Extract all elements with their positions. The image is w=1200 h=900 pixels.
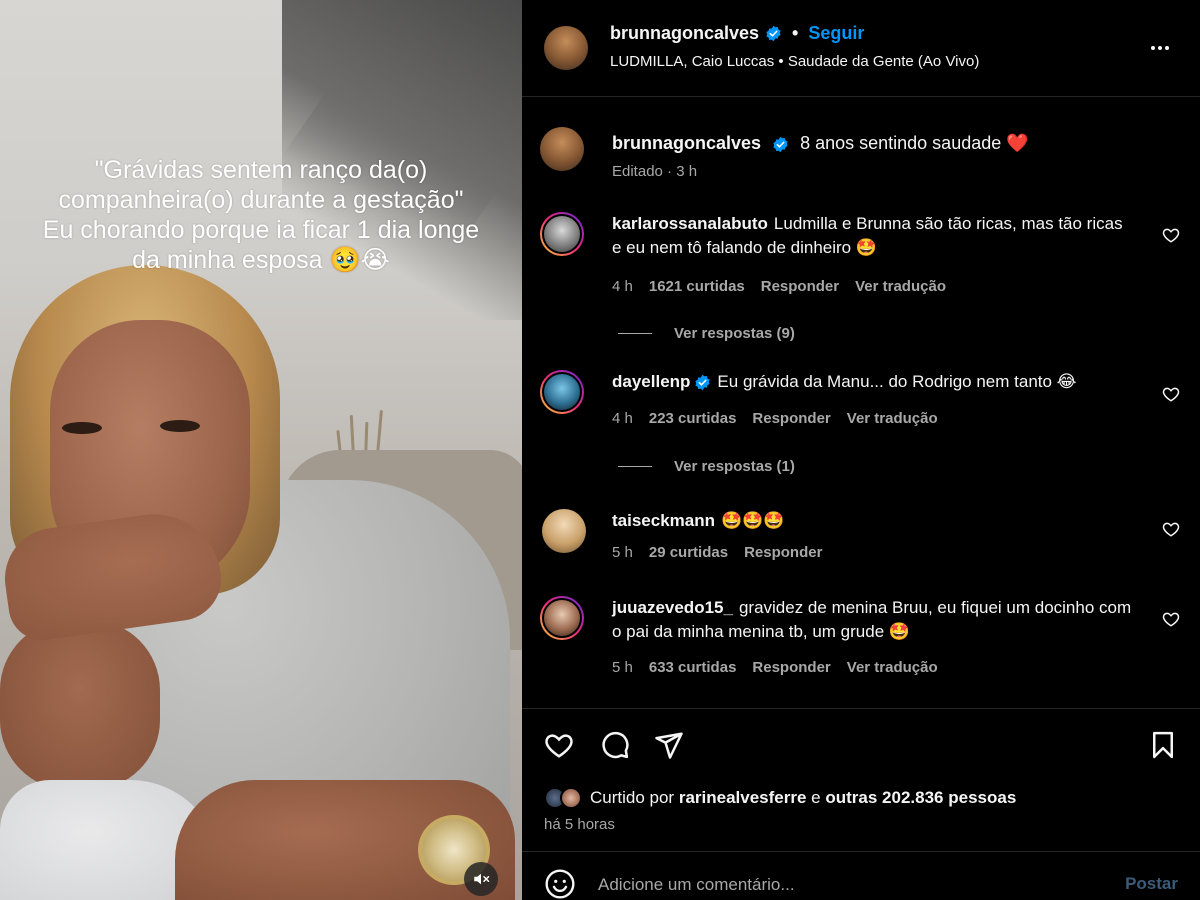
commenter-username[interactable]: juuazevedo15_: [612, 598, 733, 617]
comment-likes-count[interactable]: 1621 curtidas: [649, 278, 745, 295]
commenter-username[interactable]: dayellenp: [612, 372, 690, 391]
comment-time: 4 h: [612, 278, 633, 295]
replies-line: [618, 333, 652, 334]
caption-username[interactable]: brunnagoncalves: [612, 133, 761, 153]
commenter-avatar[interactable]: [542, 509, 586, 553]
verified-badge-icon: [766, 25, 781, 42]
like-comment-heart-icon[interactable]: [1162, 520, 1180, 538]
comment-likes-count[interactable]: 29 curtidas: [649, 544, 728, 561]
caption-meta: Editado · 3 h: [612, 163, 697, 180]
overlay-line: "Grávidas sentem ranço da(o): [94, 156, 428, 184]
comments-list[interactable]: brunnagoncalves 8 anos sentindo saudade …: [522, 97, 1200, 707]
comment-meta: 4 h 1621 curtidas Responder Ver tradução: [612, 278, 946, 295]
author-avatar[interactable]: [544, 26, 588, 70]
comment-body: karlarossanalabuto Ludmilla e Brunna são …: [612, 212, 1132, 260]
reply-button[interactable]: Responder: [744, 544, 822, 561]
comment-body: taiseckmann 🤩🤩🤩: [612, 509, 1132, 533]
speaker-muted-icon: [474, 873, 490, 885]
mute-button[interactable]: [464, 862, 498, 896]
view-replies-button[interactable]: Ver respostas (1): [618, 458, 795, 475]
see-translation-button[interactable]: Ver tradução: [847, 410, 938, 427]
caption-edited-time: Editado · 3 h: [612, 163, 698, 180]
left-eye: [62, 422, 102, 434]
right-eye: [160, 420, 200, 432]
like-comment-heart-icon[interactable]: [1162, 610, 1180, 628]
verified-badge-icon: [695, 374, 711, 391]
comment-text: Eu grávida da Manu... do Rodrigo nem tan…: [717, 372, 1077, 391]
liked-and: e: [811, 788, 821, 807]
likes-count[interactable]: outras 202.836 pessoas: [825, 788, 1016, 808]
caption-body: brunnagoncalves 8 anos sentindo saudade …: [612, 131, 1132, 155]
caption-text: 8 anos sentindo saudade ❤️: [800, 133, 1029, 153]
replies-line: [618, 466, 652, 467]
liked-by-summary[interactable]: Curtido por rarinealvesferre e outras 20…: [544, 787, 1016, 809]
comment-time: 5 h: [612, 544, 633, 561]
arm: [0, 620, 160, 790]
overlay-line: da minha esposa 🥹😭: [132, 246, 390, 274]
audio-track[interactable]: LUDMILLA, Caio Luccas • Saudade da Gente…: [610, 53, 979, 70]
comment-likes-count[interactable]: 223 curtidas: [649, 410, 737, 427]
overlay-line: companheira(o) durante a gestação": [58, 186, 464, 214]
save-bookmark-icon[interactable]: [1148, 730, 1178, 760]
liked-prefix: Curtido por: [590, 788, 675, 807]
comment-meta: 4 h 223 curtidas Responder Ver tradução: [612, 410, 938, 427]
comment-time: 5 h: [612, 659, 633, 676]
author-line: brunnagoncalves • Seguir: [610, 23, 864, 44]
caption-author-avatar[interactable]: [540, 127, 584, 171]
like-comment-heart-icon[interactable]: [1162, 385, 1180, 403]
see-translation-button[interactable]: Ver tradução: [855, 278, 946, 295]
comment-bubble-icon[interactable]: [600, 730, 630, 760]
view-replies-button[interactable]: Ver respostas (9): [618, 325, 795, 342]
liker-username[interactable]: rarinealvesferre: [679, 788, 807, 808]
post-actions: Curtido por rarinealvesferre e outras 20…: [522, 708, 1200, 900]
comment-body: juuazevedo15_ gravidez de menina Bruu, eu…: [612, 596, 1132, 644]
commenter-avatar[interactable]: [540, 212, 584, 256]
post-detail-panel: brunnagoncalves • Seguir LUDMILLA, Caio …: [522, 0, 1200, 900]
follow-button[interactable]: Seguir: [808, 23, 864, 44]
see-translation-button[interactable]: Ver tradução: [847, 659, 938, 676]
emoji-icon[interactable]: [544, 868, 576, 900]
comment-text: 🤩🤩🤩: [721, 511, 785, 530]
commenter-avatar[interactable]: [540, 370, 584, 414]
overlay-line: Eu chorando porque ia ficar 1 dia longe: [42, 216, 480, 244]
liker-avatar: [560, 787, 582, 809]
post-media[interactable]: "Grávidas sentem ranço da(o) companheira…: [0, 0, 522, 900]
add-comment-bar: Postar: [522, 851, 1200, 900]
comment-meta: 5 h 29 curtidas Responder: [612, 544, 822, 561]
more-options-button[interactable]: [1148, 36, 1172, 60]
commenter-avatar[interactable]: [540, 596, 584, 640]
comment-meta: 5 h 633 curtidas Responder Ver tradução: [612, 659, 938, 676]
more-dots-icon: [1151, 46, 1155, 50]
view-replies-label: Ver respostas (9): [674, 325, 795, 342]
comment-input[interactable]: [598, 870, 1068, 900]
comment-time: 4 h: [612, 410, 633, 427]
comment-likes-count[interactable]: 633 curtidas: [649, 659, 737, 676]
reply-button[interactable]: Responder: [752, 659, 830, 676]
commenter-username[interactable]: taiseckmann: [612, 511, 715, 530]
verified-badge-icon: [773, 136, 788, 153]
video-caption-overlay: "Grávidas sentem ranço da(o) companheira…: [0, 155, 522, 275]
post-comment-button[interactable]: Postar: [1125, 874, 1178, 894]
reply-button[interactable]: Responder: [752, 410, 830, 427]
separator-dot: •: [792, 23, 799, 43]
commenter-username[interactable]: karlarossanalabuto: [612, 214, 768, 233]
author-username[interactable]: brunnagoncalves: [610, 23, 759, 44]
like-comment-heart-icon[interactable]: [1162, 226, 1180, 244]
share-paper-plane-icon[interactable]: [654, 730, 684, 760]
view-replies-label: Ver respostas (1): [674, 458, 795, 475]
like-heart-icon[interactable]: [544, 730, 574, 760]
post-timestamp[interactable]: há 5 horas: [544, 816, 615, 833]
comment-body: dayellenp Eu grávida da Manu... do Rodri…: [612, 370, 1132, 394]
post-header: brunnagoncalves • Seguir LUDMILLA, Caio …: [522, 0, 1200, 96]
reply-button[interactable]: Responder: [761, 278, 839, 295]
